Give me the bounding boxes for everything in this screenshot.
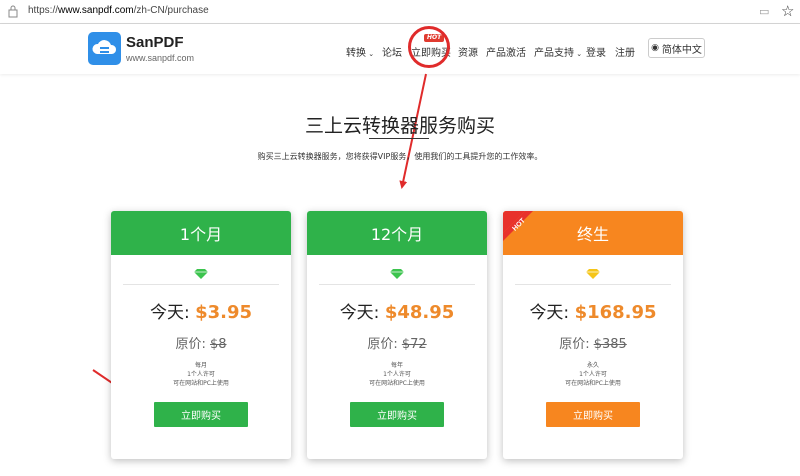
buy-button[interactable]: 立即购买 [154, 402, 248, 427]
plan-card-12-months: 12个月 今天: $48.95 原价: $72 每年 1个人许可 可在网站和PC… [307, 211, 487, 459]
divider [123, 284, 279, 285]
feature-platform: 可在网站和PC上使用 [565, 380, 621, 387]
hot-ribbon: HOT [503, 211, 533, 241]
page-title: 三上云转换器服务购买 [304, 115, 495, 137]
price-today: 今天: $168.95 [529, 302, 657, 323]
feature-period: 每年 [390, 362, 403, 369]
plan-card-1-month: 1个月 今天: $3.95 原价: $8 每月 1个人许可 可在网站和PC上使用… [111, 211, 291, 459]
diamond-icon [586, 269, 600, 279]
feature-period: 每月 [194, 362, 207, 369]
original-price: 原价: $72 [367, 337, 427, 352]
price-today: 今天: $48.95 [339, 302, 455, 323]
feature-license: 1个人许可 [383, 371, 411, 378]
diamond-icon [390, 269, 404, 279]
price-today: 今天: $3.95 [149, 302, 253, 323]
feature-license: 1个人许可 [579, 371, 607, 378]
divider [319, 284, 475, 285]
page-subtitle: 购买三上云转换器服务，您将获得VIP服务，使用我们的工具提升您的工作效率。 [257, 152, 543, 161]
divider [515, 284, 671, 285]
plan-card-lifetime: 终生 HOT 今天: $168.95 原价: $385 永久 1个人许可 可在网… [503, 211, 683, 459]
feature-platform: 可在网站和PC上使用 [369, 380, 425, 387]
title-underline [369, 138, 429, 139]
original-price: 原价: $385 [559, 337, 627, 352]
original-price: 原价: $8 [175, 337, 227, 352]
feature-license: 1个人许可 [187, 371, 215, 378]
plan-title: 12个月 [307, 211, 487, 255]
feature-platform: 可在网站和PC上使用 [173, 380, 229, 387]
diamond-icon [194, 269, 208, 279]
buy-button[interactable]: 立即购买 [350, 402, 444, 427]
buy-button[interactable]: 立即购买 [546, 402, 640, 427]
plan-title: 1个月 [111, 211, 291, 255]
feature-period: 永久 [586, 362, 599, 369]
